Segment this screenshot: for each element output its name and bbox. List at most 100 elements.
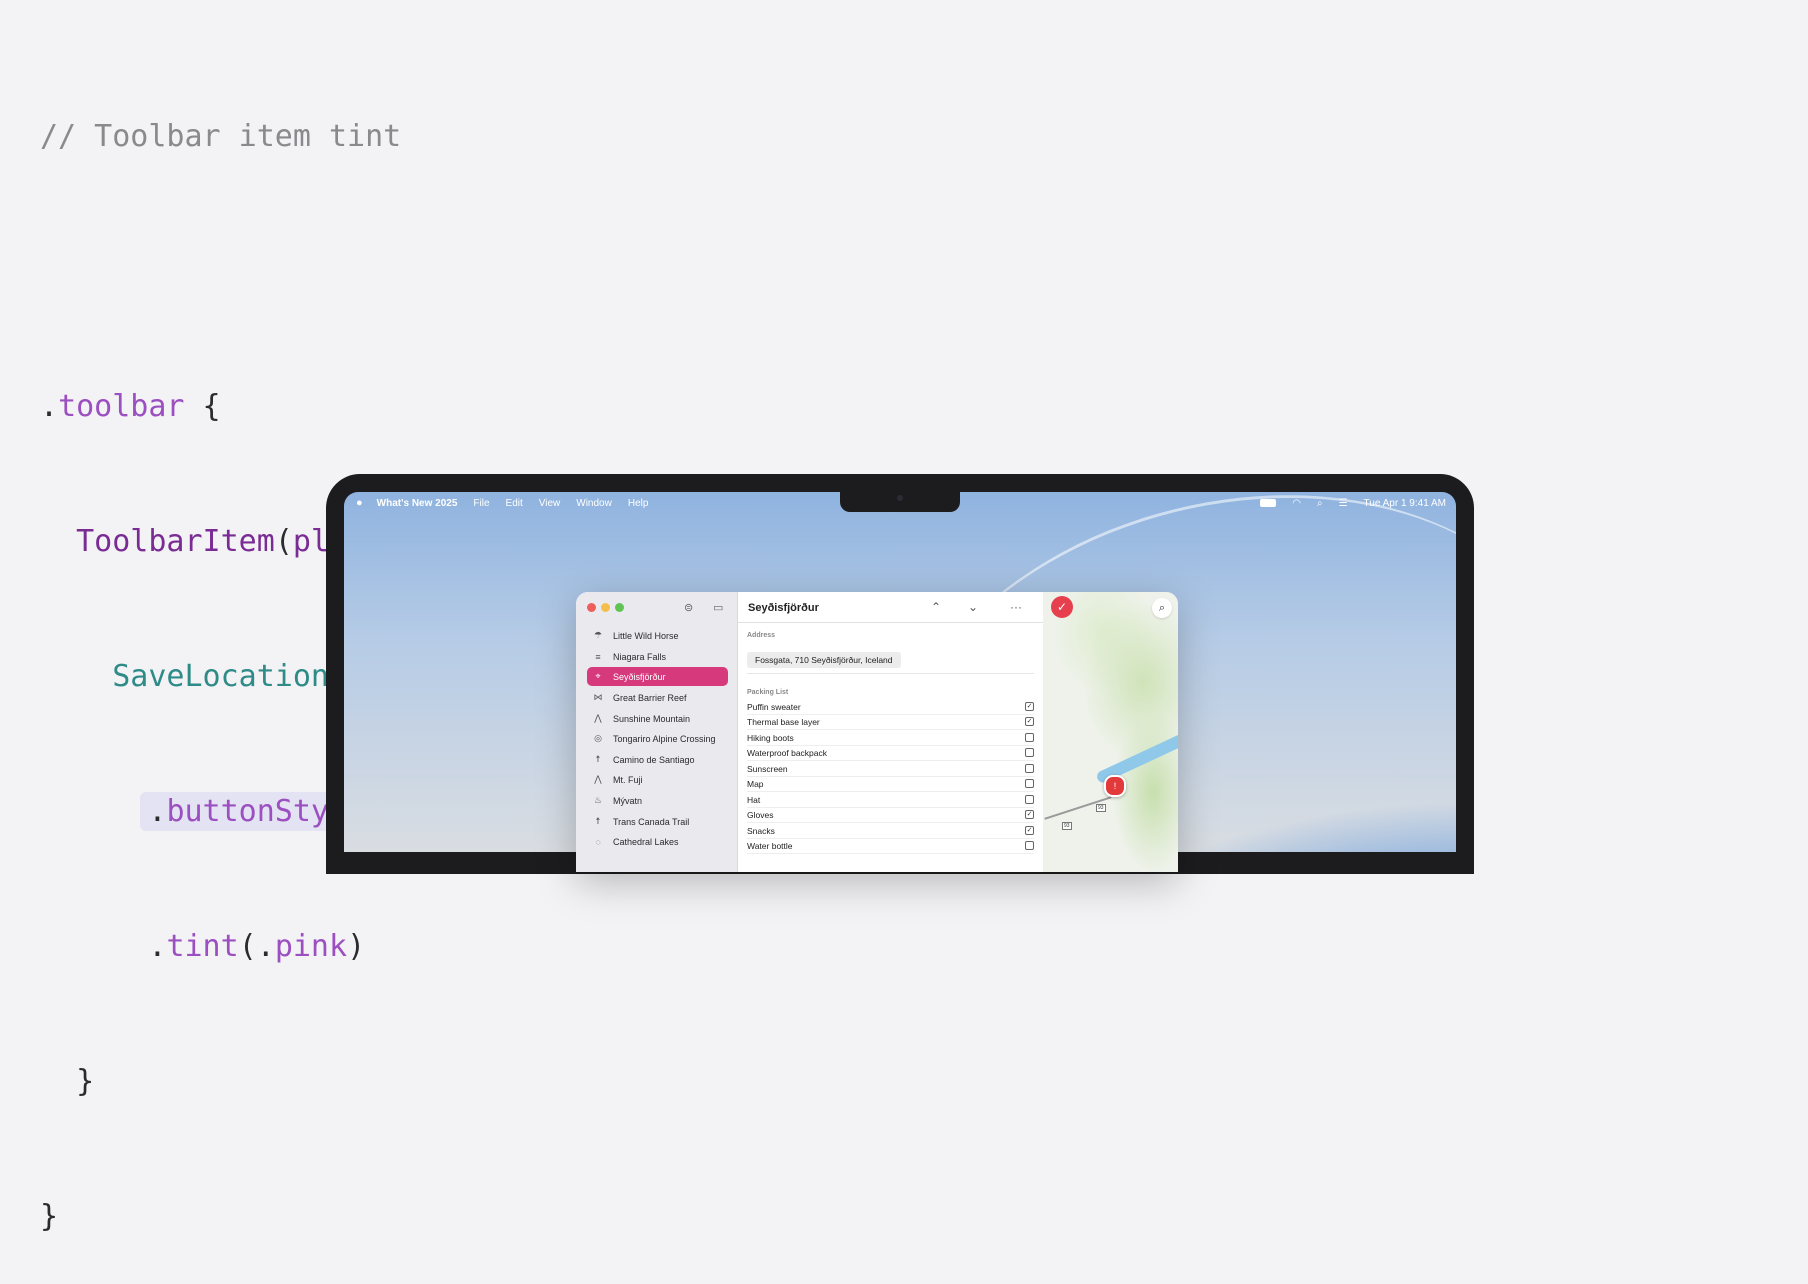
- address-label: Address: [747, 632, 776, 639]
- location-pin-icon[interactable]: !: [1104, 775, 1126, 797]
- menu-file[interactable]: File: [473, 498, 489, 509]
- sidebar: ⊜ ▭ ☂ Little Wild Horse ≡ Niagara Falls ⌖ S…: [576, 592, 738, 872]
- mountain-icon: ⋀: [594, 713, 602, 723]
- sidebar-item-myvatn[interactable]: ♨ Mývatn: [587, 791, 728, 810]
- packing-row[interactable]: Thermal base layer ✓: [747, 714, 1034, 730]
- code-outer-close: }: [40, 1199, 59, 1234]
- menu-help[interactable]: Help: [628, 498, 649, 509]
- sidebar-toggle-icon[interactable]: ▭: [713, 601, 723, 614]
- code-paren: (: [238, 929, 257, 964]
- sidebar-item-label: Mt. Fuji: [613, 774, 643, 785]
- checkbox-unchecked[interactable]: [1025, 748, 1034, 757]
- more-icon[interactable]: ···: [1010, 600, 1022, 614]
- sidebar-item-little-wild-horse[interactable]: ☂ Little Wild Horse: [587, 626, 728, 645]
- packing-item: Hat: [747, 794, 761, 805]
- code-comment: // Toolbar item tint: [40, 119, 402, 154]
- search-icon[interactable]: ⌕: [1317, 498, 1323, 509]
- packing-item: Sunscreen: [747, 763, 788, 774]
- sidebar-item-label: Sunshine Mountain: [613, 713, 691, 724]
- lighthouse-icon: ⌖: [595, 671, 601, 681]
- sidebar-item-label: Seyðisfjörður: [613, 671, 666, 682]
- volcano-icon: ◎: [594, 733, 602, 743]
- menu-window[interactable]: Window: [576, 498, 612, 509]
- checkbox-unchecked[interactable]: [1025, 841, 1034, 850]
- menu-app-name[interactable]: What's New 2025: [377, 498, 458, 509]
- packing-row[interactable]: Puffin sweater ✓: [747, 699, 1034, 715]
- detail-title: Seyðisfjörður: [748, 602, 819, 614]
- checkbox-checked[interactable]: ✓: [1025, 702, 1034, 711]
- road-badge: 93: [1062, 822, 1072, 830]
- save-location-button[interactable]: ✓: [1051, 596, 1073, 618]
- checkbox-checked[interactable]: ✓: [1025, 717, 1034, 726]
- packing-list-label: Packing List: [747, 689, 789, 696]
- checkbox-unchecked[interactable]: [1025, 733, 1034, 742]
- sidebar-item-label: Niagara Falls: [613, 651, 667, 662]
- mushroom-icon: ☂: [593, 630, 603, 640]
- road-badge: 93: [1096, 804, 1106, 812]
- packing-row[interactable]: Snacks ✓: [747, 823, 1034, 839]
- sidebar-item-camino-de-santiago[interactable]: ☨ Camino de Santiago: [587, 750, 728, 769]
- packing-row[interactable]: Hiking boots: [747, 730, 1034, 746]
- sidebar-item-label: Little Wild Horse: [613, 630, 679, 641]
- filter-icon[interactable]: ⊜: [684, 601, 693, 614]
- packing-row[interactable]: Map: [747, 776, 1034, 792]
- hiker-icon: ☨: [595, 754, 601, 764]
- chevron-up-icon[interactable]: ⌃: [931, 600, 941, 614]
- menu-edit[interactable]: Edit: [506, 498, 523, 509]
- sidebar-item-cathedral-lakes[interactable]: ◌ Cathedral Lakes: [587, 832, 728, 851]
- battery-icon[interactable]: [1260, 499, 1277, 507]
- sidebar-item-label: Great Barrier Reef: [613, 692, 687, 703]
- code-tint: tint: [166, 929, 239, 964]
- chevron-down-icon[interactable]: ⌄: [968, 600, 978, 614]
- checkbox-unchecked[interactable]: [1025, 764, 1034, 773]
- checkbox-unchecked[interactable]: [1025, 795, 1034, 804]
- zoom-window-button[interactable]: [615, 603, 624, 612]
- sidebar-item-mt-fuji[interactable]: ⋀ Mt. Fuji: [587, 770, 728, 789]
- packing-row[interactable]: Gloves ✓: [747, 807, 1034, 823]
- menu-view[interactable]: View: [539, 498, 561, 509]
- sidebar-item-seydisfjordur[interactable]: ⌖ Seyðisfjörður: [587, 667, 728, 686]
- close-window-button[interactable]: [587, 603, 596, 612]
- packing-item: Gloves: [747, 809, 774, 820]
- sidebar-item-label: Cathedral Lakes: [613, 836, 679, 847]
- sidebar-item-great-barrier-reef[interactable]: ⋈ Great Barrier Reef: [587, 688, 728, 707]
- packing-row[interactable]: Sunscreen: [747, 761, 1034, 777]
- menu-bar: ● What's New 2025 File Edit View Window …: [344, 492, 1456, 514]
- sidebar-item-label: Trans Canada Trail: [613, 816, 690, 827]
- sidebar-item-trans-canada-trail[interactable]: ☨ Trans Canada Trail: [587, 812, 728, 831]
- hiker-icon: ☨: [595, 816, 601, 826]
- sidebar-item-label: Tongariro Alpine Crossing: [613, 733, 716, 744]
- address-field[interactable]: Fossgata, 710 Seyðisfjörður, Iceland: [747, 652, 901, 668]
- control-center-icon[interactable]: ☰: [1339, 498, 1348, 509]
- checkbox-checked[interactable]: ✓: [1025, 826, 1034, 835]
- minimize-window-button[interactable]: [601, 603, 610, 612]
- code-toolbar-item: ToolbarItem: [76, 524, 275, 559]
- packing-item: Waterproof backpack: [747, 747, 827, 758]
- menu-clock[interactable]: Tue Apr 1 9:41 AM: [1364, 498, 1446, 509]
- map-view[interactable]: 93 93 ! ✓ ⌕: [1043, 592, 1178, 872]
- packing-row[interactable]: Waterproof backpack: [747, 745, 1034, 761]
- drop-icon: ◌: [595, 836, 601, 847]
- code-dot: .: [148, 929, 167, 964]
- packing-item: Water bottle: [747, 840, 793, 851]
- apple-icon[interactable]: ●: [356, 497, 363, 509]
- packing-item: Map: [747, 778, 764, 789]
- waves-icon: ≡: [595, 651, 601, 662]
- checkbox-checked[interactable]: ✓: [1025, 810, 1034, 819]
- steam-icon: ♨: [593, 795, 603, 805]
- packing-item: Thermal base layer: [747, 716, 820, 727]
- code-inner-close: }: [76, 1064, 95, 1099]
- code-close-paren: ): [347, 929, 366, 964]
- code-dot: .: [256, 929, 275, 964]
- header-divider: [738, 622, 1043, 623]
- fish-icon: ⋈: [593, 692, 603, 702]
- mountain-icon: ⋀: [594, 774, 602, 784]
- sidebar-item-tongariro[interactable]: ◎ Tongariro Alpine Crossing: [587, 729, 728, 748]
- code-toolbar-keyword: toolbar: [58, 389, 185, 424]
- wifi-icon[interactable]: ◠: [1292, 498, 1301, 509]
- checkbox-unchecked[interactable]: [1025, 779, 1034, 788]
- packing-row[interactable]: Hat: [747, 792, 1034, 808]
- sidebar-item-niagara-falls[interactable]: ≡ Niagara Falls: [587, 647, 728, 666]
- sidebar-item-sunshine-mountain[interactable]: ⋀ Sunshine Mountain: [587, 709, 728, 728]
- map-search-button[interactable]: ⌕: [1152, 598, 1172, 618]
